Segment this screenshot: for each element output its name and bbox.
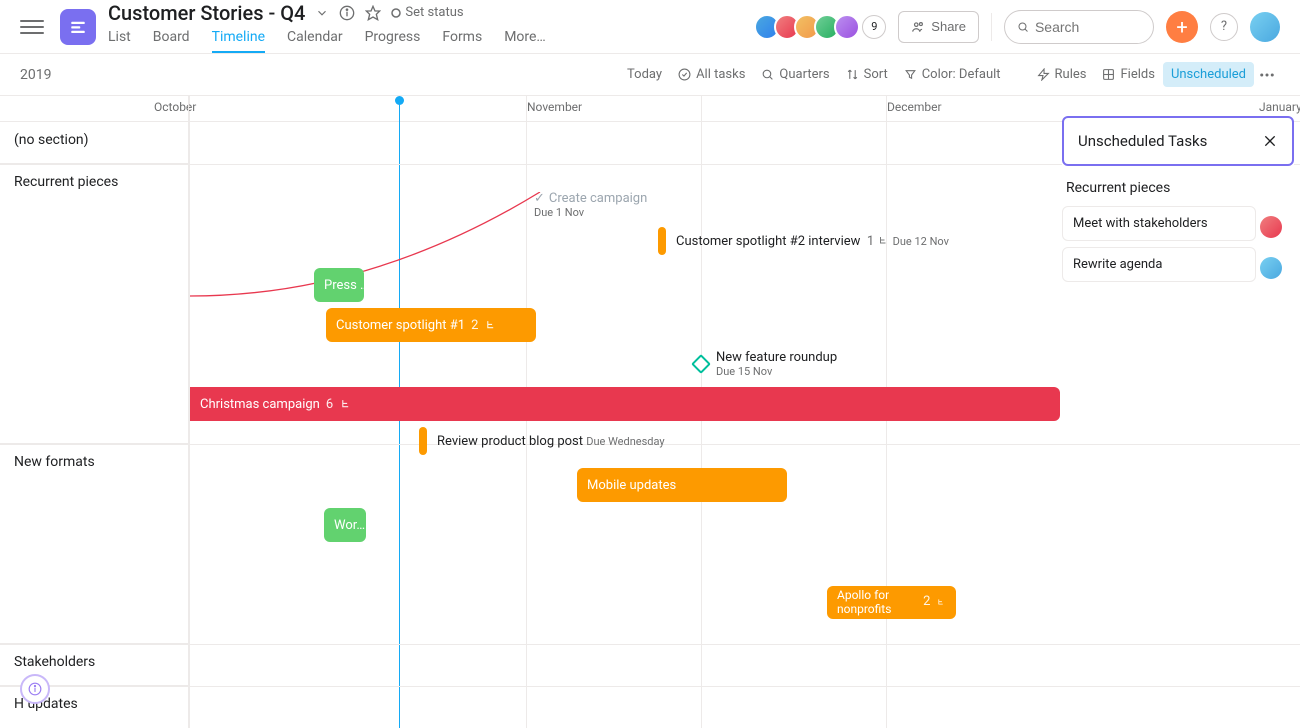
chevron-down-icon[interactable] [315, 6, 329, 20]
task-create-campaign[interactable]: ✓Create campaign Due 1 Nov [534, 191, 647, 219]
omnibutton-add[interactable]: + [1166, 11, 1198, 43]
tab-more[interactable]: More… [504, 29, 546, 53]
grid-icon [1102, 68, 1115, 81]
dependency-line [190, 192, 545, 302]
panel-title: Unscheduled Tasks [1078, 132, 1207, 150]
task-review-blog[interactable]: Review product blog post Due Wednesday [419, 427, 665, 455]
month-label: October [154, 100, 196, 114]
share-button[interactable]: Share [898, 11, 979, 43]
user-avatar[interactable] [1250, 12, 1280, 42]
task-pill [658, 227, 666, 255]
section-column: (no section) Recurrent pieces New format… [0, 122, 190, 728]
divider [991, 13, 992, 41]
task-roundup[interactable]: New feature roundup Due 15 Nov [694, 350, 837, 378]
set-status-label: Set status [405, 5, 463, 20]
task-pill [419, 427, 427, 455]
task-apollo[interactable]: Apollo for nonprofits 2 [827, 586, 956, 619]
subtask-icon [484, 319, 497, 332]
more-actions-icon[interactable] [1254, 62, 1280, 88]
project-title[interactable]: Customer Stories - Q4 [108, 1, 305, 25]
task-mobile-updates[interactable]: Mobile updates [577, 468, 787, 502]
tab-forms[interactable]: Forms [442, 29, 482, 53]
filter-icon [904, 68, 917, 81]
subtask-icon [936, 596, 946, 609]
lightning-icon [1037, 68, 1050, 81]
check-icon: ✓ [534, 191, 545, 206]
tab-timeline[interactable]: Timeline [212, 29, 265, 53]
avatar[interactable] [1260, 257, 1282, 279]
star-icon[interactable] [365, 5, 381, 21]
avatar[interactable] [834, 14, 860, 40]
tab-progress[interactable]: Progress [365, 29, 421, 53]
top-right-controls: 9 Share + ? [760, 10, 1280, 44]
project-color-chip[interactable] [60, 9, 96, 45]
project-members[interactable]: 9 [760, 14, 886, 40]
task-christmas[interactable]: Christmas campaign 6 [190, 387, 1060, 421]
rules-button[interactable]: Rules [1029, 62, 1095, 87]
subtask-icon [339, 398, 352, 411]
avatar[interactable] [1260, 216, 1282, 238]
people-icon [911, 20, 925, 34]
task-spotlight-2[interactable]: Customer spotlight #2 interview 1 Due 12… [658, 227, 949, 255]
subtask-icon [877, 235, 889, 247]
tab-calendar[interactable]: Calendar [287, 29, 343, 53]
task-wor[interactable]: Wor… [324, 508, 366, 542]
search-icon [761, 68, 774, 81]
month-label: January [1259, 100, 1300, 114]
sort-button[interactable]: Sort [838, 62, 896, 87]
color-button[interactable]: Color: Default [896, 62, 1009, 87]
info-bubble[interactable] [20, 674, 50, 704]
timeline-toolbar: 2019 Today All tasks Quarters Sort Color… [0, 54, 1300, 96]
tab-list[interactable]: List [108, 29, 131, 53]
check-circle-icon [678, 68, 691, 81]
top-bar: Customer Stories - Q4 Set status List Bo… [0, 0, 1300, 54]
project-header: Customer Stories - Q4 Set status List Bo… [108, 1, 760, 53]
menu-icon[interactable] [20, 15, 44, 39]
unscheduled-task[interactable]: Rewrite agenda [1062, 247, 1256, 282]
task-press[interactable]: Press … [314, 268, 364, 302]
task-spotlight-1[interactable]: Customer spotlight #1 2 [326, 308, 536, 342]
set-status-button[interactable]: Set status [391, 5, 463, 20]
info-icon [28, 682, 42, 696]
section-recurrent[interactable]: Recurrent pieces [0, 164, 190, 444]
close-icon[interactable] [1262, 133, 1278, 149]
unscheduled-task[interactable]: Meet with stakeholders [1062, 206, 1256, 241]
section-newformats[interactable]: New formats [0, 444, 190, 644]
unscheduled-panel: Unscheduled Tasks Recurrent pieces Meet … [1062, 116, 1294, 288]
month-label: November [527, 100, 582, 114]
project-tabs: List Board Timeline Calendar Progress Fo… [108, 29, 760, 53]
help-button[interactable]: ? [1210, 13, 1238, 41]
month-label: December [887, 100, 942, 114]
unscheduled-button[interactable]: Unscheduled [1163, 62, 1254, 87]
search-box[interactable] [1004, 10, 1154, 44]
sort-icon [846, 68, 859, 81]
search-input[interactable] [1035, 19, 1141, 35]
panel-header: Unscheduled Tasks [1062, 116, 1294, 166]
share-label: Share [931, 19, 966, 34]
panel-section-label: Recurrent pieces [1062, 166, 1294, 206]
info-icon[interactable] [339, 5, 355, 21]
today-button[interactable]: Today [619, 62, 670, 87]
avatar-overflow-count[interactable]: 9 [862, 15, 886, 39]
search-icon [1017, 20, 1029, 34]
today-dot [395, 96, 404, 105]
all-tasks-button[interactable]: All tasks [670, 62, 753, 87]
zoom-button[interactable]: Quarters [753, 62, 837, 87]
section-none[interactable]: (no section) [0, 122, 190, 164]
fields-button[interactable]: Fields [1094, 62, 1162, 87]
tab-board[interactable]: Board [153, 29, 190, 53]
milestone-icon [691, 354, 711, 374]
year-label: 2019 [20, 67, 51, 83]
